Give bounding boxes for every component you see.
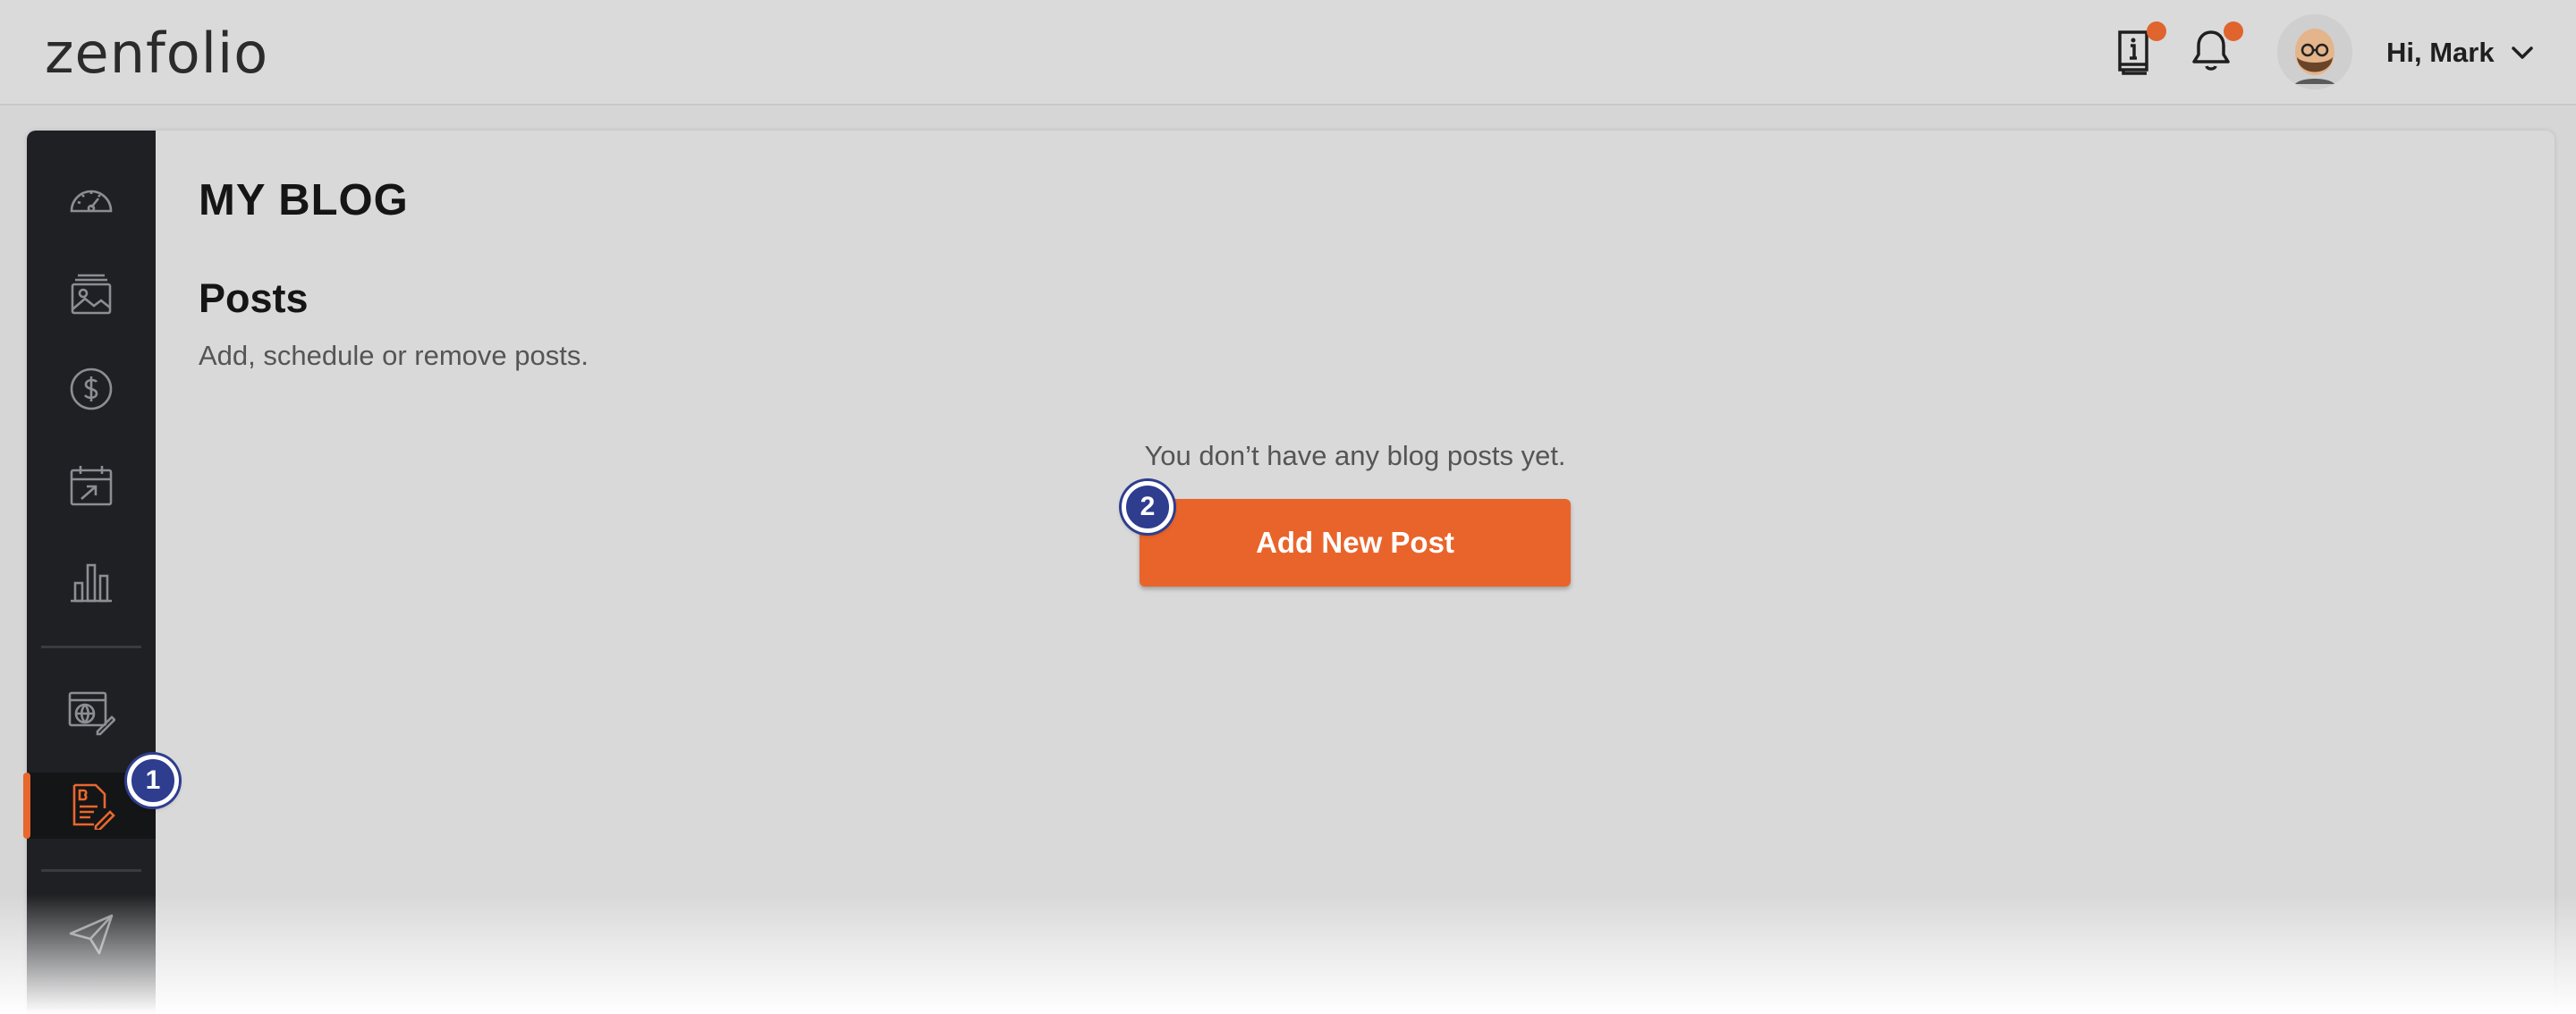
notification-dot [2147, 21, 2166, 41]
sidebar-item-sales[interactable] [27, 356, 156, 422]
sidebar-item-bookings[interactable] [27, 452, 156, 519]
sidebar-divider [41, 869, 141, 872]
zenfolio-logo[interactable]: zenfolio [45, 20, 268, 88]
user-greeting: Hi, Mark [2386, 37, 2495, 68]
section-title: Posts [199, 275, 309, 321]
sidebar-item-analytics[interactable] [27, 547, 156, 613]
sidebar [23, 131, 156, 1014]
active-indicator [23, 773, 30, 839]
sidebar-item-marketing[interactable] [27, 901, 156, 968]
avatar[interactable] [2277, 14, 2352, 89]
bar-chart-icon [71, 563, 112, 603]
section-subtitle: Add, schedule or remove posts. [199, 340, 589, 371]
calendar-icon [70, 466, 113, 506]
bell-icon[interactable] [2184, 21, 2243, 79]
step-marker-2: 2 [1122, 481, 1174, 533]
top-bar: zenfolio Hi, Mark [0, 0, 2576, 106]
website-edit-icon [68, 691, 115, 736]
gallery-icon [71, 274, 112, 315]
info-book-icon[interactable] [2107, 21, 2166, 79]
dollar-icon [70, 368, 113, 410]
sidebar-divider [41, 646, 141, 648]
step-marker-1: 1 [127, 755, 179, 807]
speedometer-icon [70, 190, 113, 213]
add-new-post-button[interactable]: Add New Post [1140, 499, 1571, 587]
sidebar-item-galleries[interactable] [27, 261, 156, 327]
sidebar-item-dashboard[interactable] [27, 166, 156, 232]
page-title: MY BLOG [199, 176, 409, 224]
notification-dot [2224, 21, 2243, 41]
sidebar-item-websites[interactable] [27, 680, 156, 746]
user-menu[interactable]: Hi, Mark [2386, 30, 2534, 75]
chevron-down-icon [2511, 46, 2533, 59]
blog-edit-icon [72, 783, 115, 830]
empty-state-message: You don’t have any blog posts yet. [1144, 440, 1566, 471]
paper-plane-icon [69, 914, 114, 955]
